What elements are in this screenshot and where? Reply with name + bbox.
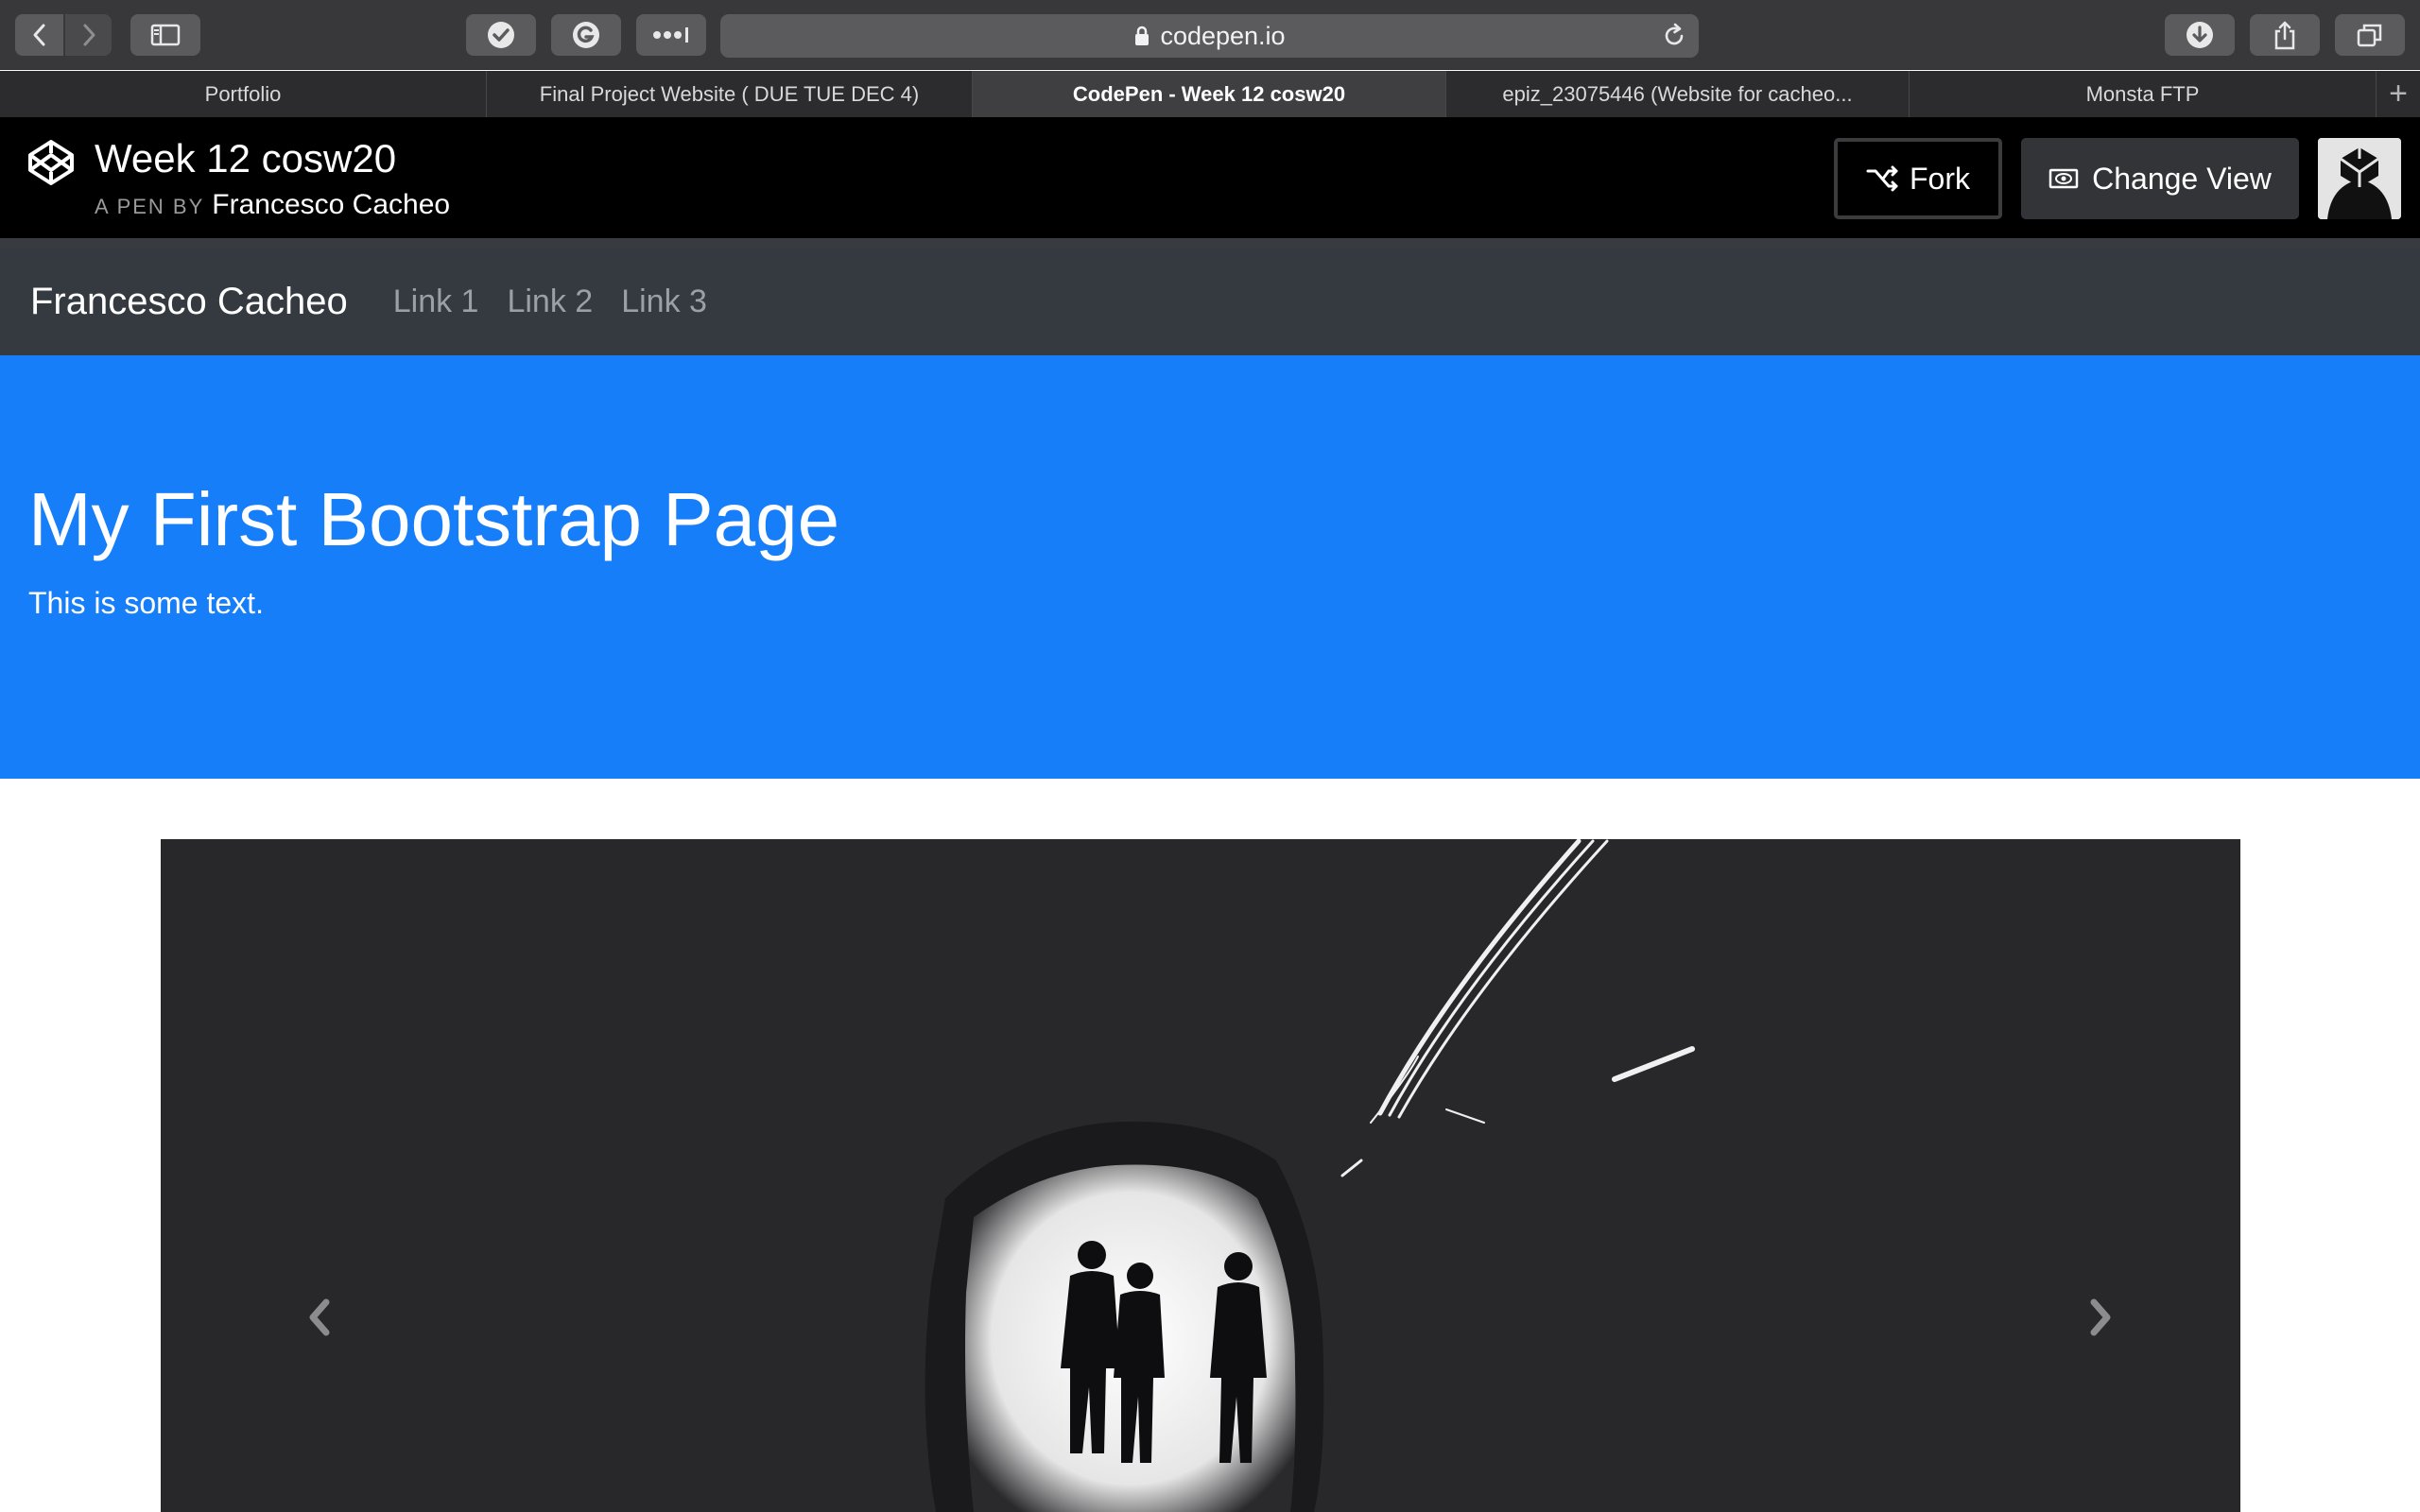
new-tab-button[interactable]: +: [2377, 71, 2420, 117]
share-icon: [2274, 21, 2295, 50]
address-bar[interactable]: codepen.io: [720, 14, 1699, 58]
reload-icon[interactable]: [1661, 23, 1687, 49]
url-text: codepen.io: [1160, 21, 1286, 50]
tab-label: Monsta FTP: [2085, 81, 2200, 106]
fork-icon: [1866, 165, 1898, 192]
forward-button[interactable]: [63, 14, 112, 56]
jumbotron-text: This is some text.: [28, 586, 264, 620]
page-heading: My First Bootstrap Page: [28, 477, 840, 561]
grammarly-icon: [573, 22, 599, 48]
extension-check-button[interactable]: [466, 14, 536, 56]
tab-label: CodePen - Week 12 cosw20: [1072, 81, 1346, 106]
site-navbar: Francesco Cacheo Link 1 Link 2 Link 3: [0, 248, 2420, 355]
header-divider: [0, 238, 2420, 248]
nav-link-3[interactable]: Link 3: [621, 284, 707, 320]
browser-toolbar: codepen.io: [0, 0, 2420, 70]
downloads-button[interactable]: [2165, 14, 2235, 56]
tab-label: Portfolio: [204, 81, 282, 106]
nav-link-1[interactable]: Link 1: [393, 284, 479, 320]
forward-icon: [83, 24, 95, 46]
tab-codepen[interactable]: CodePen - Week 12 cosw20: [973, 71, 1446, 117]
tab-epiz[interactable]: epiz_23075446 (Website for cacheo...: [1446, 71, 1910, 117]
check-icon: [488, 22, 514, 48]
author-link[interactable]: Francesco Cacheo: [212, 189, 450, 221]
grammarly-button[interactable]: [551, 14, 621, 56]
image-carousel: [161, 839, 2240, 1512]
download-icon: [2187, 22, 2213, 48]
history-buttons: [15, 14, 112, 56]
chevron-left-icon: [309, 1298, 330, 1336]
avatar-image: [2318, 138, 2401, 219]
back-icon: [33, 24, 44, 46]
pen-byline: A PEN BY Francesco Cacheo: [95, 189, 450, 221]
password-button[interactable]: [636, 14, 706, 56]
tab-bar: Portfolio Final Project Website ( DUE TU…: [0, 71, 2420, 117]
lock-icon: [1135, 26, 1150, 45]
tab-label: Final Project Website ( DUE TUE DEC 4): [539, 81, 920, 106]
tunnel-photo: [161, 839, 2240, 1512]
tabs-icon: [2357, 24, 2382, 47]
eye-icon: [2048, 168, 2079, 189]
pen-title: Week 12 cosw20: [95, 136, 397, 180]
sidebar-button[interactable]: [130, 14, 200, 56]
carousel-prev-button[interactable]: [297, 1289, 342, 1346]
tab-final-project[interactable]: Final Project Website ( DUE TUE DEC 4): [487, 71, 973, 117]
change-view-button[interactable]: Change View: [2021, 138, 2299, 219]
codepen-logo-icon[interactable]: [26, 138, 76, 187]
tab-portfolio[interactable]: Portfolio: [0, 71, 487, 117]
back-button[interactable]: [15, 14, 63, 56]
sidebar-icon: [150, 24, 181, 46]
user-avatar[interactable]: [2318, 138, 2401, 219]
carousel-next-button[interactable]: [2078, 1289, 2123, 1346]
byline-prefix: A PEN BY: [95, 195, 205, 218]
chevron-right-icon: [2090, 1298, 2111, 1336]
new-tab-icon: +: [2389, 76, 2408, 112]
change-view-label: Change View: [2092, 161, 2272, 196]
jumbotron: My First Bootstrap Page This is some tex…: [0, 355, 2420, 779]
nav-link-2[interactable]: Link 2: [507, 284, 593, 320]
fork-label: Fork: [1910, 161, 1970, 196]
codepen-header: Week 12 cosw20 A PEN BY Francesco Cacheo…: [0, 117, 2420, 238]
share-button[interactable]: [2250, 14, 2320, 56]
tab-label: epiz_23075446 (Website for cacheo...: [1502, 81, 1853, 106]
password-icon: [653, 27, 688, 43]
fork-button[interactable]: Fork: [1834, 138, 2002, 219]
tab-monsta-ftp[interactable]: Monsta FTP: [1910, 71, 2377, 117]
show-tabs-button[interactable]: [2335, 14, 2405, 56]
navbar-brand[interactable]: Francesco Cacheo: [30, 281, 348, 323]
